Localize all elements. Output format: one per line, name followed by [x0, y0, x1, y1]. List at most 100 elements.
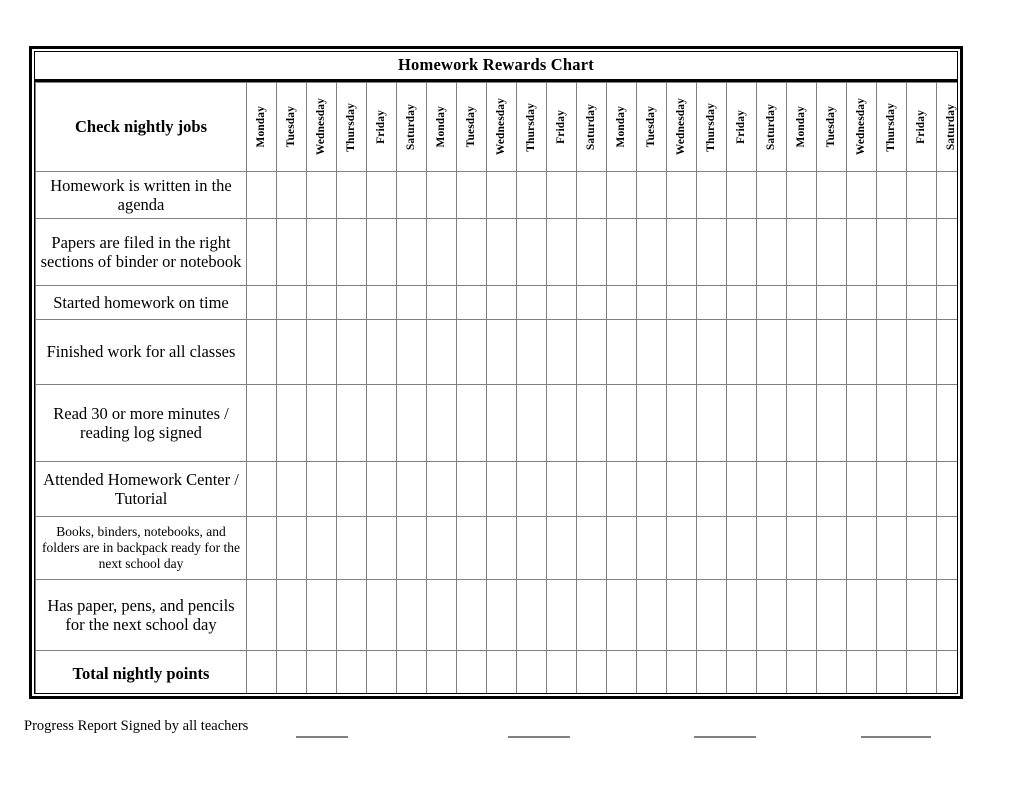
check-cell[interactable]: [246, 319, 277, 385]
check-cell[interactable]: [546, 516, 577, 580]
check-cell[interactable]: [276, 171, 307, 219]
check-cell[interactable]: [306, 171, 337, 219]
check-cell[interactable]: [936, 319, 957, 385]
check-cell[interactable]: [846, 319, 877, 385]
check-cell[interactable]: [666, 285, 697, 320]
check-cell[interactable]: [666, 650, 697, 693]
check-cell[interactable]: [816, 650, 847, 693]
check-cell[interactable]: [876, 516, 907, 580]
check-cell[interactable]: [756, 516, 787, 580]
check-cell[interactable]: [516, 516, 547, 580]
check-cell[interactable]: [486, 579, 517, 651]
check-cell[interactable]: [306, 461, 337, 517]
check-cell[interactable]: [636, 384, 667, 462]
check-cell[interactable]: [546, 285, 577, 320]
check-cell[interactable]: [936, 285, 957, 320]
check-cell[interactable]: [816, 384, 847, 462]
check-cell[interactable]: [396, 384, 427, 462]
check-cell[interactable]: [786, 319, 817, 385]
check-cell[interactable]: [876, 171, 907, 219]
check-cell[interactable]: [726, 650, 757, 693]
check-cell[interactable]: [576, 461, 607, 517]
check-cell[interactable]: [426, 650, 457, 693]
check-cell[interactable]: [756, 218, 787, 286]
check-cell[interactable]: [456, 319, 487, 385]
check-cell[interactable]: [846, 650, 877, 693]
check-cell[interactable]: [426, 218, 457, 286]
check-cell[interactable]: [936, 384, 957, 462]
check-cell[interactable]: [636, 516, 667, 580]
check-cell[interactable]: [576, 319, 607, 385]
check-cell[interactable]: [576, 285, 607, 320]
check-cell[interactable]: [336, 319, 367, 385]
check-cell[interactable]: [576, 650, 607, 693]
check-cell[interactable]: [486, 650, 517, 693]
check-cell[interactable]: [456, 461, 487, 517]
check-cell[interactable]: [366, 516, 397, 580]
check-cell[interactable]: [546, 461, 577, 517]
check-cell[interactable]: [846, 461, 877, 517]
check-cell[interactable]: [726, 384, 757, 462]
check-cell[interactable]: [336, 579, 367, 651]
check-cell[interactable]: [426, 171, 457, 219]
check-cell[interactable]: [606, 171, 637, 219]
check-cell[interactable]: [396, 650, 427, 693]
check-cell[interactable]: [906, 171, 937, 219]
check-cell[interactable]: [636, 171, 667, 219]
check-cell[interactable]: [426, 461, 457, 517]
check-cell[interactable]: [336, 285, 367, 320]
check-cell[interactable]: [516, 218, 547, 286]
check-cell[interactable]: [336, 461, 367, 517]
check-cell[interactable]: [846, 579, 877, 651]
check-cell[interactable]: [246, 285, 277, 320]
check-cell[interactable]: [696, 384, 727, 462]
check-cell[interactable]: [636, 218, 667, 286]
check-cell[interactable]: [546, 319, 577, 385]
check-cell[interactable]: [786, 516, 817, 580]
check-cell[interactable]: [486, 319, 517, 385]
check-cell[interactable]: [366, 384, 397, 462]
check-cell[interactable]: [606, 650, 637, 693]
check-cell[interactable]: [456, 218, 487, 286]
check-cell[interactable]: [396, 285, 427, 320]
check-cell[interactable]: [276, 218, 307, 286]
check-cell[interactable]: [276, 461, 307, 517]
check-cell[interactable]: [726, 285, 757, 320]
check-cell[interactable]: [336, 218, 367, 286]
check-cell[interactable]: [786, 171, 817, 219]
check-cell[interactable]: [486, 171, 517, 219]
check-cell[interactable]: [366, 461, 397, 517]
check-cell[interactable]: [486, 516, 517, 580]
check-cell[interactable]: [576, 171, 607, 219]
check-cell[interactable]: [576, 218, 607, 286]
check-cell[interactable]: [366, 171, 397, 219]
check-cell[interactable]: [426, 516, 457, 580]
check-cell[interactable]: [336, 171, 367, 219]
check-cell[interactable]: [366, 319, 397, 385]
check-cell[interactable]: [576, 516, 607, 580]
check-cell[interactable]: [606, 461, 637, 517]
check-cell[interactable]: [876, 319, 907, 385]
check-cell[interactable]: [756, 319, 787, 385]
check-cell[interactable]: [336, 650, 367, 693]
check-cell[interactable]: [426, 285, 457, 320]
check-cell[interactable]: [516, 579, 547, 651]
check-cell[interactable]: [246, 218, 277, 286]
progress-report-blank-1[interactable]: [296, 736, 348, 738]
check-cell[interactable]: [666, 516, 697, 580]
check-cell[interactable]: [846, 171, 877, 219]
check-cell[interactable]: [426, 319, 457, 385]
check-cell[interactable]: [276, 285, 307, 320]
check-cell[interactable]: [906, 650, 937, 693]
check-cell[interactable]: [846, 218, 877, 286]
check-cell[interactable]: [756, 650, 787, 693]
check-cell[interactable]: [456, 579, 487, 651]
check-cell[interactable]: [936, 171, 957, 219]
check-cell[interactable]: [906, 218, 937, 286]
check-cell[interactable]: [936, 579, 957, 651]
check-cell[interactable]: [606, 384, 637, 462]
check-cell[interactable]: [426, 384, 457, 462]
check-cell[interactable]: [396, 171, 427, 219]
check-cell[interactable]: [756, 171, 787, 219]
check-cell[interactable]: [456, 516, 487, 580]
